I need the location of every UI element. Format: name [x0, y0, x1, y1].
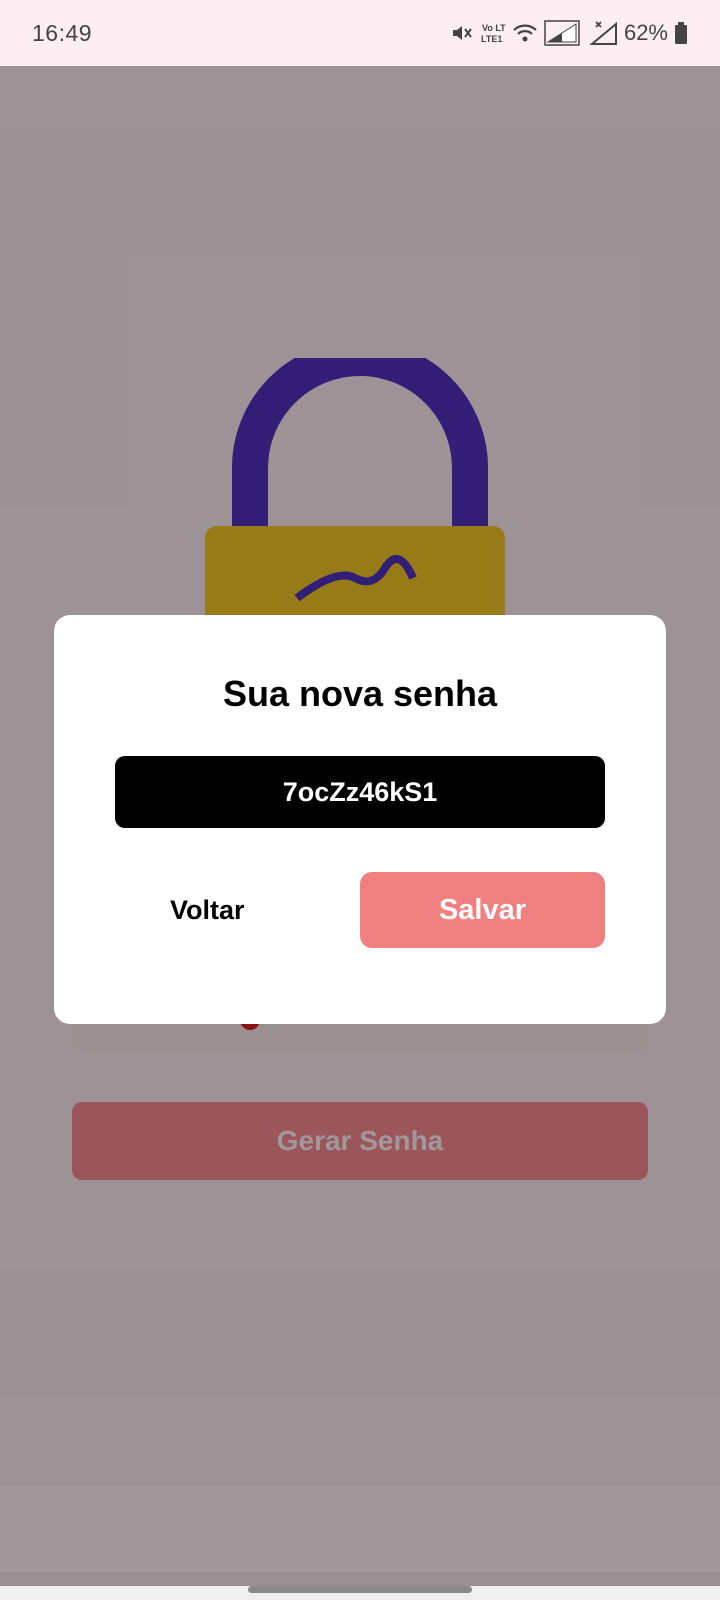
volte-icon: Vo LTE1LTE1: [480, 21, 506, 45]
generated-password-field[interactable]: 7ocZz46kS1: [115, 756, 605, 828]
battery-percent: 62%: [623, 20, 668, 45]
status-time: 16:49: [32, 19, 93, 46]
save-button[interactable]: Salvar: [360, 872, 605, 948]
mute-icon: [450, 21, 474, 45]
wifi-icon: [512, 21, 538, 45]
signal-icon: [544, 20, 580, 46]
svg-text:LTE1: LTE1: [481, 34, 502, 44]
new-password-dialog: Sua nova senha 7ocZz46kS1 Voltar Salvar: [54, 615, 666, 1024]
generated-password-text: 7ocZz46kS1: [282, 776, 438, 807]
status-bar: 16:49 Vo LTE1LTE1 62%: [0, 0, 720, 66]
svg-text:Vo LTE1: Vo LTE1: [482, 23, 506, 33]
status-icons: Vo LTE1LTE1 62%: [450, 20, 688, 46]
gesture-handle[interactable]: [248, 1586, 472, 1593]
signal-no-service-icon: [586, 20, 618, 46]
dialog-title: Sua nova senha: [222, 673, 498, 714]
battery-icon: [674, 21, 688, 45]
